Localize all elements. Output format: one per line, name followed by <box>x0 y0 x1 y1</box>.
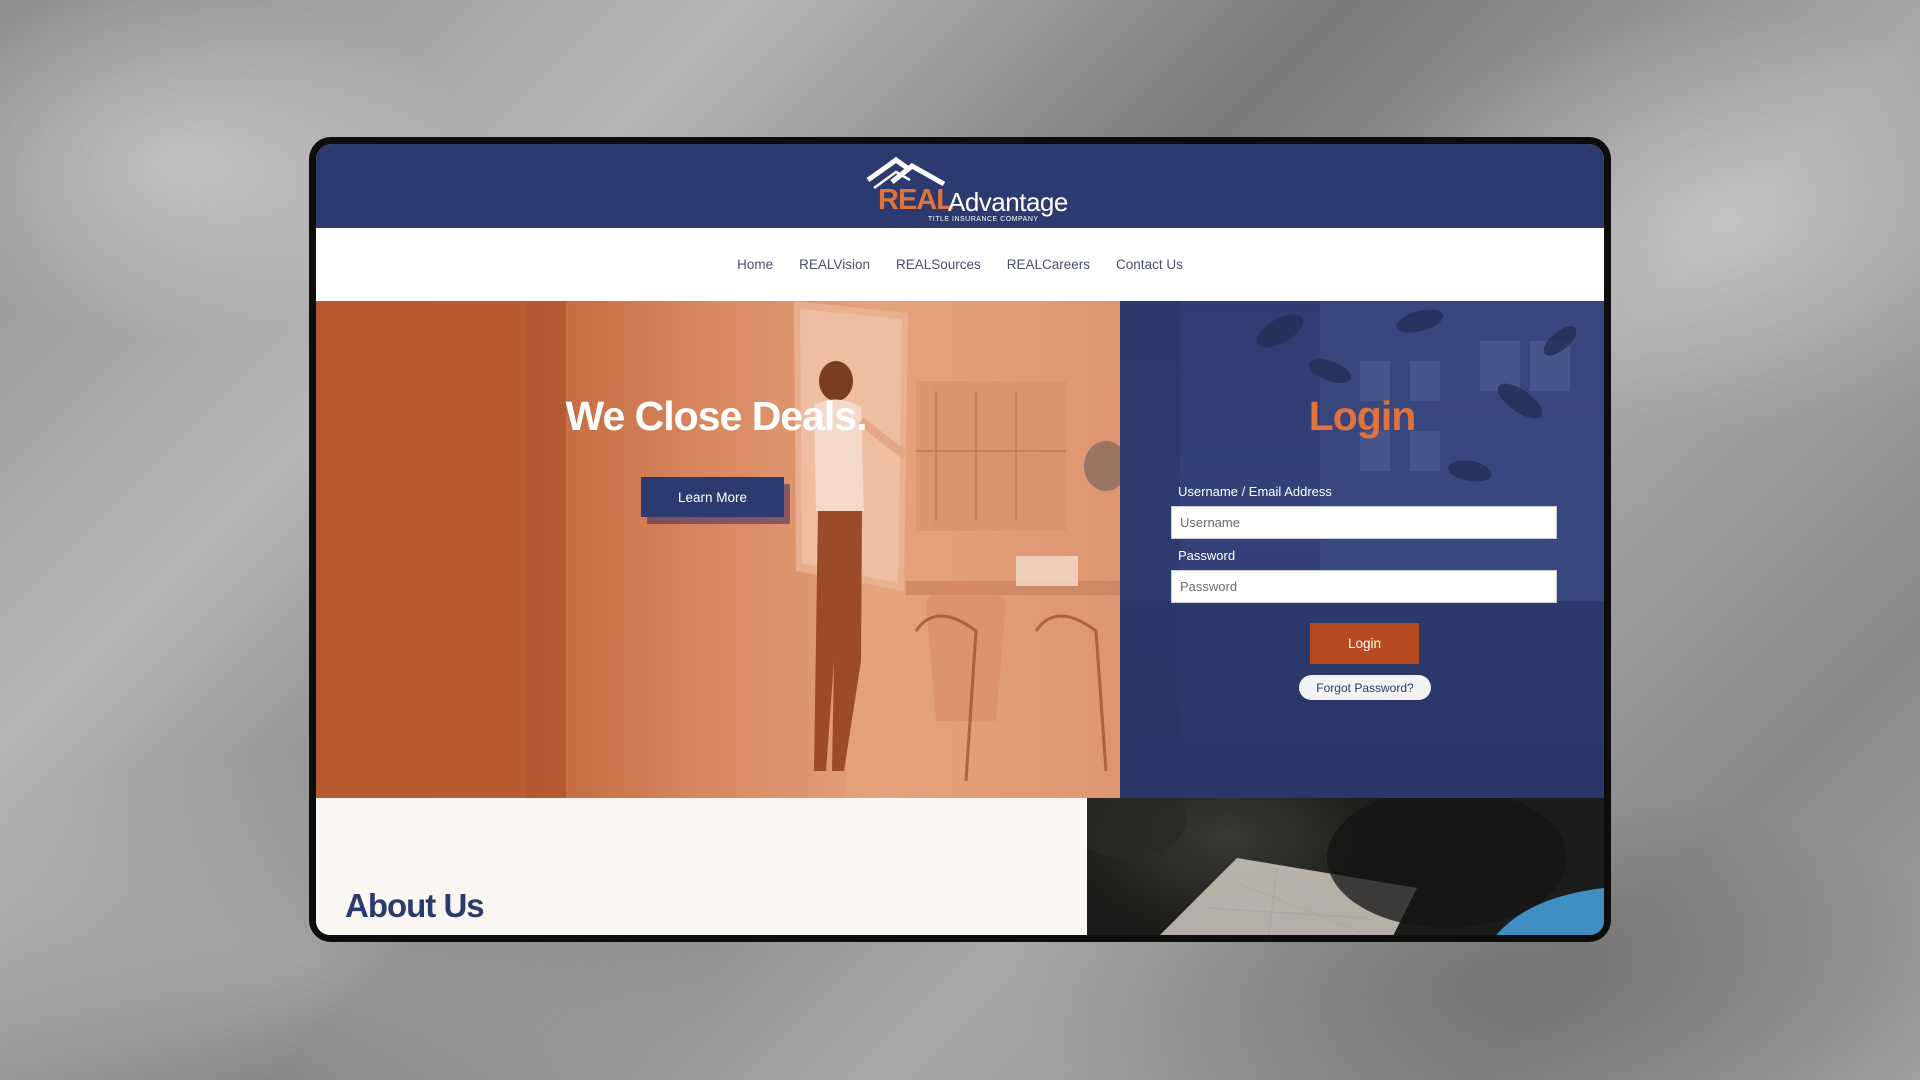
hero-section: We Close Deals. Learn More Login Usernam… <box>316 301 1604 798</box>
nav-item-realcareers[interactable]: REALCareers <box>1007 257 1090 272</box>
password-label: Password <box>1178 548 1236 563</box>
about-title: About Us <box>345 887 485 924</box>
logo-text-real: REAL <box>878 184 954 216</box>
map-reading-photo <box>1087 798 1604 935</box>
login-title: Login <box>1308 393 1417 439</box>
nav-item-realvision[interactable]: REALVision <box>799 257 870 272</box>
site-logo[interactable]: REAL Advantage TITLE INSURANCE COMPANY <box>866 154 1086 223</box>
password-input[interactable] <box>1171 570 1557 603</box>
browser-viewport: REAL Advantage TITLE INSURANCE COMPANY H… <box>316 144 1604 935</box>
logo-text-advantage: Advantage <box>948 187 1068 217</box>
office-meeting-photo <box>316 301 1120 798</box>
nav-item-contact-us[interactable]: Contact Us <box>1116 257 1183 272</box>
login-panel: Login Username / Email Address Password … <box>1120 301 1604 798</box>
username-label: Username / Email Address <box>1178 484 1332 499</box>
username-input[interactable] <box>1171 506 1557 539</box>
login-submit-button[interactable]: Login <box>1310 623 1419 664</box>
site-header: REAL Advantage TITLE INSURANCE COMPANY <box>316 144 1604 228</box>
forgot-password-button[interactable]: Forgot Password? <box>1299 675 1431 700</box>
hero-promo-panel: We Close Deals. Learn More <box>316 301 1120 798</box>
about-photo <box>1087 798 1604 935</box>
hero-title: We Close Deals. <box>565 393 868 439</box>
nav-item-home[interactable]: Home <box>737 257 773 272</box>
learn-more-button[interactable]: Learn More <box>641 477 784 517</box>
device-frame: REAL Advantage TITLE INSURANCE COMPANY H… <box>309 137 1611 942</box>
main-navigation: Home REALVision REALSources REALCareers … <box>316 228 1604 301</box>
nav-item-realsources[interactable]: REALSources <box>896 257 981 272</box>
logo-tagline: TITLE INSURANCE COMPANY <box>928 216 1039 223</box>
about-section: About Us <box>316 798 1087 935</box>
